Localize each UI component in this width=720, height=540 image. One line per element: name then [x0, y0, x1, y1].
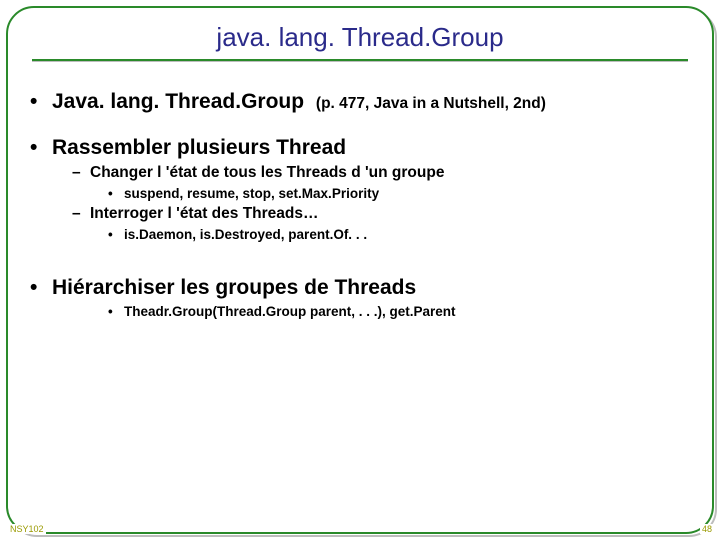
bullet-dot-icon: •: [30, 276, 52, 300]
slide-title: java. lang. Thread.Group: [8, 8, 712, 53]
bullet-text: Hiérarchiser les groupes de Threads: [52, 276, 416, 300]
bullet-level3: • suspend, resume, stop, set.Max.Priorit…: [108, 186, 690, 201]
bullet-dot-icon: •: [108, 304, 124, 319]
bullet-level1: • Java. lang. Thread.Group (p. 477, Java…: [30, 90, 690, 114]
slide-content: • Java. lang. Thread.Group (p. 477, Java…: [8, 62, 712, 319]
bullet-text: Interroger l 'état des Threads…: [90, 205, 319, 223]
bullet-text: suspend, resume, stop, set.Max.Priority: [124, 186, 379, 201]
bullet-text: Rassembler plusieurs Thread: [52, 136, 346, 160]
bullet-dot-icon: •: [30, 90, 52, 114]
footer-course-code: NSY102: [8, 524, 46, 534]
bullet-text: Java. lang. Thread.Group: [52, 90, 304, 113]
slide-frame: java. lang. Thread.Group • Java. lang. T…: [6, 6, 714, 534]
bullet-subtext: (p. 477, Java in a Nutshell, 2nd): [316, 95, 546, 112]
bullet-level3: • is.Daemon, is.Destroyed, parent.Of. . …: [108, 227, 690, 242]
bullet-text: Theadr.Group(Thread.Group parent, . . .)…: [124, 304, 456, 319]
bullet-text: is.Daemon, is.Destroyed, parent.Of. . .: [124, 227, 367, 242]
bullet-dash-icon: –: [72, 164, 90, 182]
bullet-level3: • Theadr.Group(Thread.Group parent, . . …: [108, 304, 690, 319]
bullet-dot-icon: •: [30, 136, 52, 160]
bullet-dot-icon: •: [108, 186, 124, 201]
bullet-dot-icon: •: [108, 227, 124, 242]
bullet-level2: – Changer l 'état de tous les Threads d …: [72, 164, 690, 182]
footer-page-number: 48: [700, 524, 714, 534]
bullet-text: Changer l 'état de tous les Threads d 'u…: [90, 164, 444, 182]
bullet-level1: • Rassembler plusieurs Thread: [30, 136, 690, 160]
bullet-level2: – Interroger l 'état des Threads…: [72, 205, 690, 223]
bullet-dash-icon: –: [72, 205, 90, 223]
bullet-level1: • Hiérarchiser les groupes de Threads: [30, 276, 690, 300]
